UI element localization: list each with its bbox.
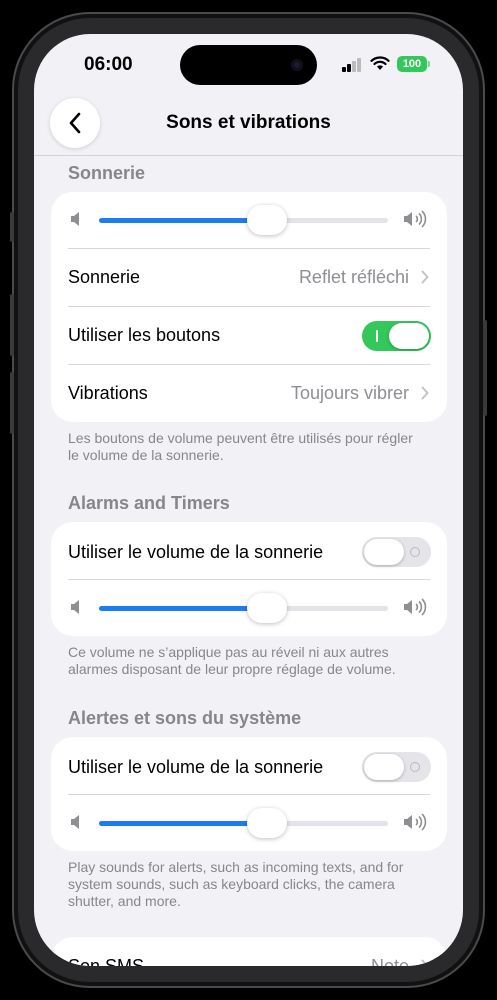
ringtone-card: Sonnerie Reflet réfléchi Utiliser les bo…	[51, 192, 447, 422]
volume-track[interactable]	[99, 593, 388, 623]
speaker-high-icon	[404, 813, 427, 831]
ringtone-value: Reflet réfléchi	[298, 267, 409, 287]
speaker-low-icon	[71, 600, 79, 614]
section-title-alarms: Alarms and Timers	[68, 493, 230, 513]
volume-track[interactable]	[99, 205, 388, 235]
alarms-use-ringer-toggle[interactable]	[362, 537, 431, 567]
volume-fill	[99, 821, 267, 826]
ringtone-footnote: Les boutons de volume peuvent être utili…	[68, 430, 413, 463]
alarms-use-ringer-label: Utiliser le volume de la sonnerie	[68, 542, 324, 562]
alarms-use-ringer-row: Utiliser le volume de la sonnerie	[51, 522, 447, 580]
volume-up-button	[10, 294, 14, 356]
speaker-low-icon	[71, 815, 79, 829]
chevron-right-icon	[421, 959, 429, 966]
ringtone-label: Sonnerie	[68, 267, 141, 287]
use-buttons-row: Utiliser les boutons	[51, 306, 447, 364]
ringtone-volume-slider[interactable]	[51, 192, 447, 248]
alarms-card: Utiliser le volume de la sonnerie	[51, 522, 447, 636]
status-bar: 06:00 100	[34, 34, 463, 94]
vibrations-label: Vibrations	[68, 383, 148, 403]
sms-sound-label: Son SMS	[68, 956, 145, 966]
camera-icon	[291, 59, 303, 71]
system-use-ringer-toggle[interactable]	[362, 752, 431, 782]
system-use-ringer-label: Utiliser le volume de la sonnerie	[68, 757, 324, 777]
volume-thumb[interactable]	[246, 205, 287, 235]
speaker-high-icon	[404, 598, 427, 616]
system-card: Utiliser le volume de la sonnerie	[51, 737, 447, 851]
speaker-high-icon	[404, 210, 427, 228]
system-use-ringer-row: Utiliser le volume de la sonnerie	[51, 737, 447, 795]
use-buttons-toggle[interactable]	[362, 321, 431, 351]
chevron-right-icon	[421, 270, 429, 284]
dynamic-island	[180, 45, 317, 85]
use-buttons-label: Utiliser les boutons	[68, 325, 221, 345]
status-time: 06:00	[84, 54, 133, 75]
section-title-ringtone: Sonnerie	[68, 163, 146, 183]
sms-sound-value: Note	[370, 956, 409, 966]
cellular-signal-icon	[342, 58, 362, 72]
section-title-system: Alertes et sons du système	[68, 708, 302, 728]
power-button	[483, 320, 487, 416]
system-volume-slider[interactable]	[51, 795, 447, 851]
screen: 06:00 100 Sons et vibrations Sonnerie So…	[34, 34, 463, 966]
volume-fill	[99, 606, 267, 611]
page-title: Sons et vibrations	[166, 112, 331, 133]
volume-fill	[99, 218, 267, 223]
sms-sound-row[interactable]: Son SMS Note	[51, 937, 447, 966]
action-button	[10, 212, 14, 242]
chevron-right-icon	[421, 386, 429, 400]
sms-card: Son SMS Note	[51, 937, 447, 966]
alarms-volume-slider[interactable]	[51, 580, 447, 636]
speaker-low-icon	[71, 212, 79, 226]
volume-track[interactable]	[99, 808, 388, 838]
nav-header: Sons et vibrations	[34, 94, 463, 156]
volume-thumb[interactable]	[246, 593, 287, 623]
alarms-footnote: Ce volume ne s’applique pas au réveil ni…	[68, 644, 396, 677]
volume-down-button	[10, 372, 14, 434]
battery-indicator: 100	[397, 56, 430, 72]
vibrations-row[interactable]: Vibrations Toujours vibrer	[51, 364, 447, 422]
vibrations-value: Toujours vibrer	[290, 383, 409, 403]
wifi-icon	[370, 56, 390, 70]
system-footnote: Play sounds for alerts, such as incoming…	[68, 859, 404, 909]
ringtone-row[interactable]: Sonnerie Reflet réfléchi	[51, 248, 447, 306]
volume-thumb[interactable]	[246, 808, 287, 838]
